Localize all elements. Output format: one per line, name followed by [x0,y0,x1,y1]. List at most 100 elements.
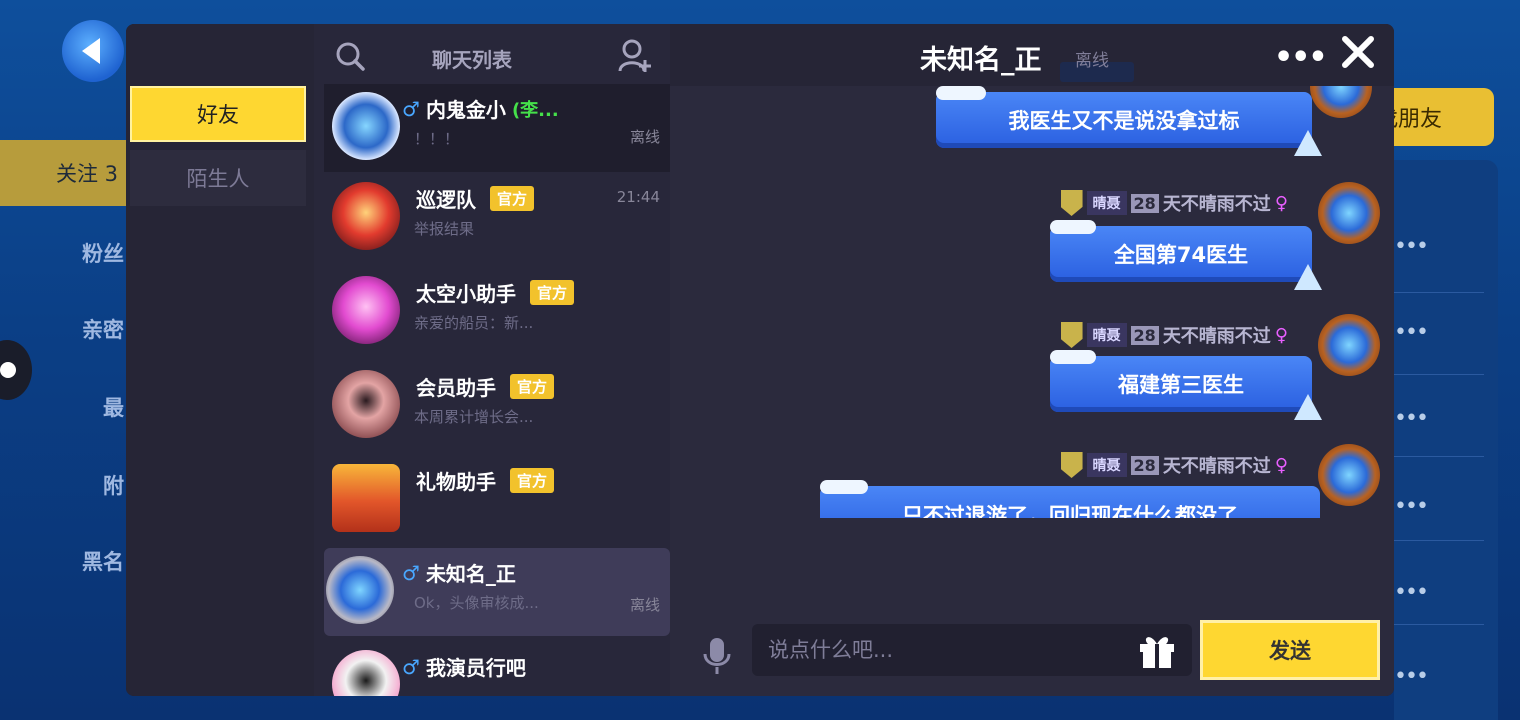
divider [1394,374,1484,375]
close-icon[interactable] [1340,34,1376,70]
list-item-selected[interactable]: ♂ 未知名_正 Ok，头像审核成... 离线 [324,548,670,636]
search-icon[interactable] [334,40,366,72]
message-bubble: 只不过退游了，回归现在什么都没了 [820,480,1320,518]
list-item[interactable]: ♂ 我演员行吧 [324,642,670,696]
sender-name: 天不晴雨不过 [1162,194,1271,215]
gift-avatar [332,464,400,532]
sender-avatar[interactable] [1318,182,1380,244]
message-preview: 本周累计增长会... [414,408,534,426]
message-input[interactable] [752,624,1192,676]
official-badge: 官方 [530,280,575,305]
male-icon: ♂ [402,654,420,679]
avatar [332,276,400,344]
recent-tab[interactable]: 最 [0,392,126,422]
snow-decoration [936,86,986,100]
contact-name: 会员助手 [416,376,496,400]
sender-name: 天不晴雨不过 [1162,456,1271,477]
sender-info: 晴聂 28 天不晴雨不过 ♀ [1060,190,1288,216]
female-icon: ♀ [1274,454,1288,476]
more-icon[interactable]: ••• [1394,234,1429,259]
message-text: 福建第三医生 [1118,373,1244,397]
more-icon[interactable]: ••• [1394,406,1429,431]
contact-name: 太空小助手 [416,282,516,306]
contact-name: 我演员行吧 [425,656,526,680]
message-text: 我医生又不是说没拿过标 [1008,109,1240,133]
female-icon: ♀ [1274,192,1288,214]
contact-tag: (李... [511,99,559,121]
message-time: 21:44 [616,188,660,206]
snow-decoration [1050,350,1096,364]
friend-type-tabs: 好友 陌生人 [126,24,314,696]
chat-dialog: 好友 陌生人 聊天列表 ♂ 内鬼金小 (李... ！！！ 离线 巡逻队 官方 举… [126,24,1394,696]
list-item[interactable]: 礼物助手 官方 [324,456,670,544]
level-badge: 28 [1130,325,1159,345]
level-badge: 28 [1130,455,1159,475]
message-list[interactable]: 我医生又不是说没拿过标 晴聂 28 天不晴雨不过 ♀ 全国第74医生 晴聂 28… [670,86,1394,518]
snow-decoration [820,480,868,494]
more-icon[interactable]: ••• [1394,664,1429,689]
follow-tab[interactable]: 关注 3 [0,140,130,206]
chat-list-header: 聊天列表 [314,24,670,86]
rank-label: 晴聂 [1086,323,1127,347]
input-bar: 发送 [670,620,1394,696]
chat-list-title: 聊天列表 [432,48,512,72]
rank-shield-icon [1060,190,1083,216]
official-badge: 官方 [490,186,535,211]
official-badge: 官方 [510,374,555,399]
divider [1394,540,1484,541]
more-icon[interactable]: ••• [1394,320,1429,345]
male-icon: ♂ [402,560,420,585]
male-icon: ♂ [402,96,420,121]
chat-header: 未知名_正 离线 ••• [670,24,1394,86]
contact-name: 巡逻队 [416,188,476,212]
more-icon[interactable]: ••• [1394,580,1429,605]
message-preview: Ok，头像审核成... [414,594,539,612]
send-button[interactable]: 发送 [1200,620,1380,680]
intimate-tab[interactable]: 亲密 [0,314,126,344]
sender-avatar[interactable] [1318,314,1380,376]
tab-friends[interactable]: 好友 [130,86,306,142]
add-friend-icon[interactable] [618,38,652,74]
sender-avatar[interactable] [1318,444,1380,506]
list-item[interactable]: 巡逻队 官方 举报结果 21:44 [324,174,670,262]
sender-info: 晴聂 28 天不晴雨不过 ♀ [1060,452,1288,478]
sender-avatar[interactable] [1310,86,1372,118]
divider [1394,624,1484,625]
snow-decoration [1050,220,1096,234]
divider [1394,292,1484,293]
online-status: 离线 [629,596,660,614]
official-badge: 官方 [510,468,555,493]
list-item[interactable]: 太空小助手 官方 亲爱的船员：新... [324,268,670,356]
message-bubble: 福建第三医生 [1050,350,1322,420]
avatar [332,370,400,438]
fans-tab[interactable]: 粉丝 [0,238,126,268]
floating-handle[interactable] [0,340,32,400]
gift-icon[interactable] [1136,630,1178,670]
find-friends-button[interactable]: 找朋友 [1376,88,1494,146]
microphone-icon[interactable] [702,636,732,676]
tab-strangers[interactable]: 陌生人 [130,150,306,206]
status-badge: 离线 [1075,51,1109,71]
follow-label: 关注 3 [56,162,119,186]
tree-decoration [1294,264,1322,290]
tree-decoration [1294,130,1322,156]
contact-name: 礼物助手 [416,470,496,494]
avatar [332,92,400,160]
tree-decoration [1294,394,1322,420]
nearby-tab[interactable]: 附 [0,470,126,500]
blacklist-tab[interactable]: 黑名 [0,546,126,576]
more-button[interactable]: ••• [1274,40,1328,75]
list-item[interactable]: ♂ 内鬼金小 (李... ！！！ 离线 [324,84,670,172]
back-button[interactable] [62,20,124,82]
arrow-left-icon [82,38,100,64]
chat-list: 聊天列表 ♂ 内鬼金小 (李... ！！！ 离线 巡逻队 官方 举报结果 21:… [314,24,670,696]
message-text: 全国第74医生 [1113,243,1249,267]
chat-title: 未知名_正 [920,45,1042,76]
level-badge: 28 [1130,193,1159,213]
divider [1394,456,1484,457]
rank-shield-icon [1060,322,1083,348]
more-icon[interactable]: ••• [1394,494,1429,519]
message-text: 只不过退游了，回归现在什么都没了 [902,504,1238,518]
sender-info: 晴聂 28 天不晴雨不过 ♀ [1060,322,1288,348]
list-item[interactable]: 会员助手 官方 本周累计增长会... [324,362,670,450]
